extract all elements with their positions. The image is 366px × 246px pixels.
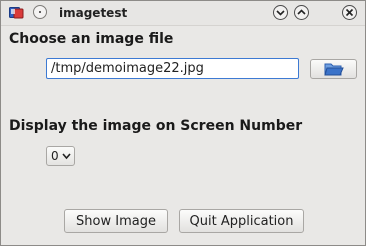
title-bar[interactable]: imagetest [1, 1, 365, 26]
chevron-down-icon [276, 10, 285, 16]
file-label: Choose an image file [9, 31, 174, 47]
screen-number-value: 0 [51, 149, 59, 163]
chevron-up-icon [297, 9, 306, 15]
close-button[interactable] [342, 5, 357, 20]
window-title: imagetest [59, 6, 128, 20]
app-window: imagetest Choose an image file Display t… [0, 0, 366, 246]
chevron-down-icon [62, 153, 71, 160]
browse-button[interactable] [310, 59, 357, 79]
close-icon [345, 8, 354, 17]
screen-label: Display the image on Screen Number [9, 118, 303, 134]
file-path-input[interactable] [46, 58, 299, 79]
folder-open-icon [323, 63, 344, 76]
minimize-button[interactable] [273, 5, 288, 20]
app-icon[interactable] [9, 6, 24, 19]
quit-application-button[interactable]: Quit Application [179, 209, 304, 233]
window-menu-icon[interactable] [33, 5, 47, 19]
show-image-button[interactable]: Show Image [64, 209, 168, 233]
maximize-button[interactable] [294, 5, 309, 20]
screen-number-select[interactable]: 0 [46, 146, 75, 166]
